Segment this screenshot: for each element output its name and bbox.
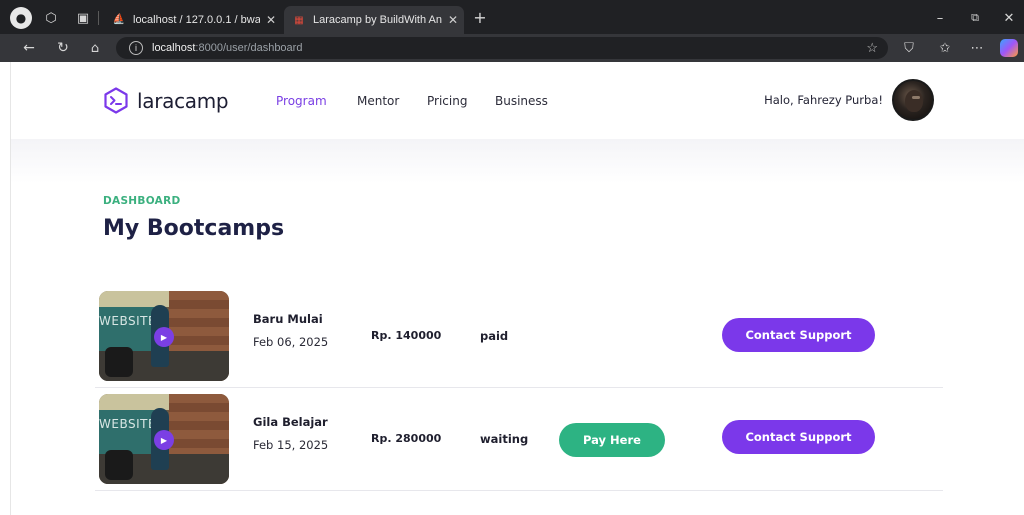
tab-title: localhost / 127.0.0.1 / bwa_laracamp [133,13,260,26]
page-title: My Bootcamps [103,216,285,241]
copilot-icon[interactable] [1000,39,1018,57]
section-eyebrow: DASHBOARD [103,195,181,207]
brand-name: laracamp [137,88,229,113]
close-tab-icon[interactable]: ✕ [260,13,282,27]
site-info-icon[interactable]: i [129,41,143,55]
bootcamp-row: WEBSITE ▶ Gila Belajar Feb 15, 2025 Rp. … [95,389,943,491]
nav-program[interactable]: Program [276,94,327,108]
bootcamp-price: Rp. 140000 [371,329,442,342]
avatar[interactable] [892,79,934,121]
phpmyadmin-icon: ⛵ [112,14,126,25]
tab-bar: ● ⬡ ▣ ⛵ localhost / 127.0.0.1 / bwa_lara… [0,0,1024,34]
address-bar[interactable]: i localhost:8000/user/dashboard ☆ [116,37,888,59]
avatar-face [905,90,923,112]
nav-business[interactable]: Business [495,94,548,108]
user-greeting: Halo, Fahrezy Purba! [764,93,883,107]
thumb-website-text: WEBSITE [99,417,157,431]
tab-title: Laracamp by BuildWith Angga [313,14,442,26]
pay-here-button[interactable]: Pay Here [559,423,665,457]
nav-pricing[interactable]: Pricing [427,94,467,108]
back-icon[interactable]: ← [20,39,38,57]
contact-support-button[interactable]: Contact Support [722,318,875,352]
contact-support-button[interactable]: Contact Support [722,420,875,454]
play-icon[interactable]: ▶ [154,430,174,450]
laracamp-logo-icon [104,87,128,114]
browser-chrome: ● ⬡ ▣ ⛵ localhost / 127.0.0.1 / bwa_lara… [0,0,1024,62]
course-thumbnail[interactable]: WEBSITE ▶ [99,291,229,381]
nav-mentor[interactable]: Mentor [357,94,399,108]
home-icon[interactable]: ⌂ [86,39,104,57]
payment-status: waiting [480,432,529,446]
close-tab-icon[interactable]: ✕ [442,13,464,27]
thumb-chair [105,347,133,377]
bootcamp-price: Rp. 280000 [371,432,442,445]
vertical-tabs-icon[interactable]: ▣ [74,9,92,27]
brand-logo[interactable]: laracamp [103,87,229,114]
new-tab-icon[interactable]: + [471,8,489,27]
course-thumbnail[interactable]: WEBSITE ▶ [99,394,229,484]
browser-essentials-icon[interactable]: ⛉ [900,39,918,57]
nav-shadow [11,139,1024,183]
bootcamp-row: WEBSITE ▶ Baru Mulai Feb 06, 2025 Rp. 14… [95,286,943,388]
laracamp-favicon: ▦ [294,14,304,26]
payment-status: paid [480,329,509,343]
url-host: localhost [152,42,196,54]
workspaces-icon[interactable]: ⬡ [42,9,60,27]
bootcamp-title: Gila Belajar [253,415,328,429]
more-options-icon[interactable]: ⋯ [968,39,986,57]
bootcamp-date: Feb 06, 2025 [253,335,329,349]
tab-phpmyadmin[interactable]: ⛵ localhost / 127.0.0.1 / bwa_laracamp ✕ [104,7,282,32]
tab-laracamp[interactable]: ▦ Laracamp by BuildWith Angga ✕ [284,6,464,34]
minimize-icon[interactable]: – [931,9,949,27]
close-window-icon[interactable]: ✕ [1000,9,1018,27]
thumb-chair [105,450,133,480]
play-icon[interactable]: ▶ [154,327,174,347]
profile-icon[interactable]: ● [10,7,32,29]
bootcamp-title: Baru Mulai [253,312,323,326]
tab-divider [98,11,99,25]
avatar-highlight [912,96,920,99]
top-navigation: laracamp Program Mentor Pricing Business… [11,62,1024,139]
bookmark-star-icon[interactable]: ☆ [866,40,878,56]
favorites-icon[interactable]: ✩ [936,39,954,57]
bootcamp-date: Feb 15, 2025 [253,438,329,452]
page: laracamp Program Mentor Pricing Business… [10,62,1024,515]
url-path: :8000/user/dashboard [195,42,303,54]
restore-icon[interactable]: ⧉ [966,9,984,27]
thumb-website-text: WEBSITE [99,314,157,328]
refresh-icon[interactable]: ↻ [54,39,72,57]
